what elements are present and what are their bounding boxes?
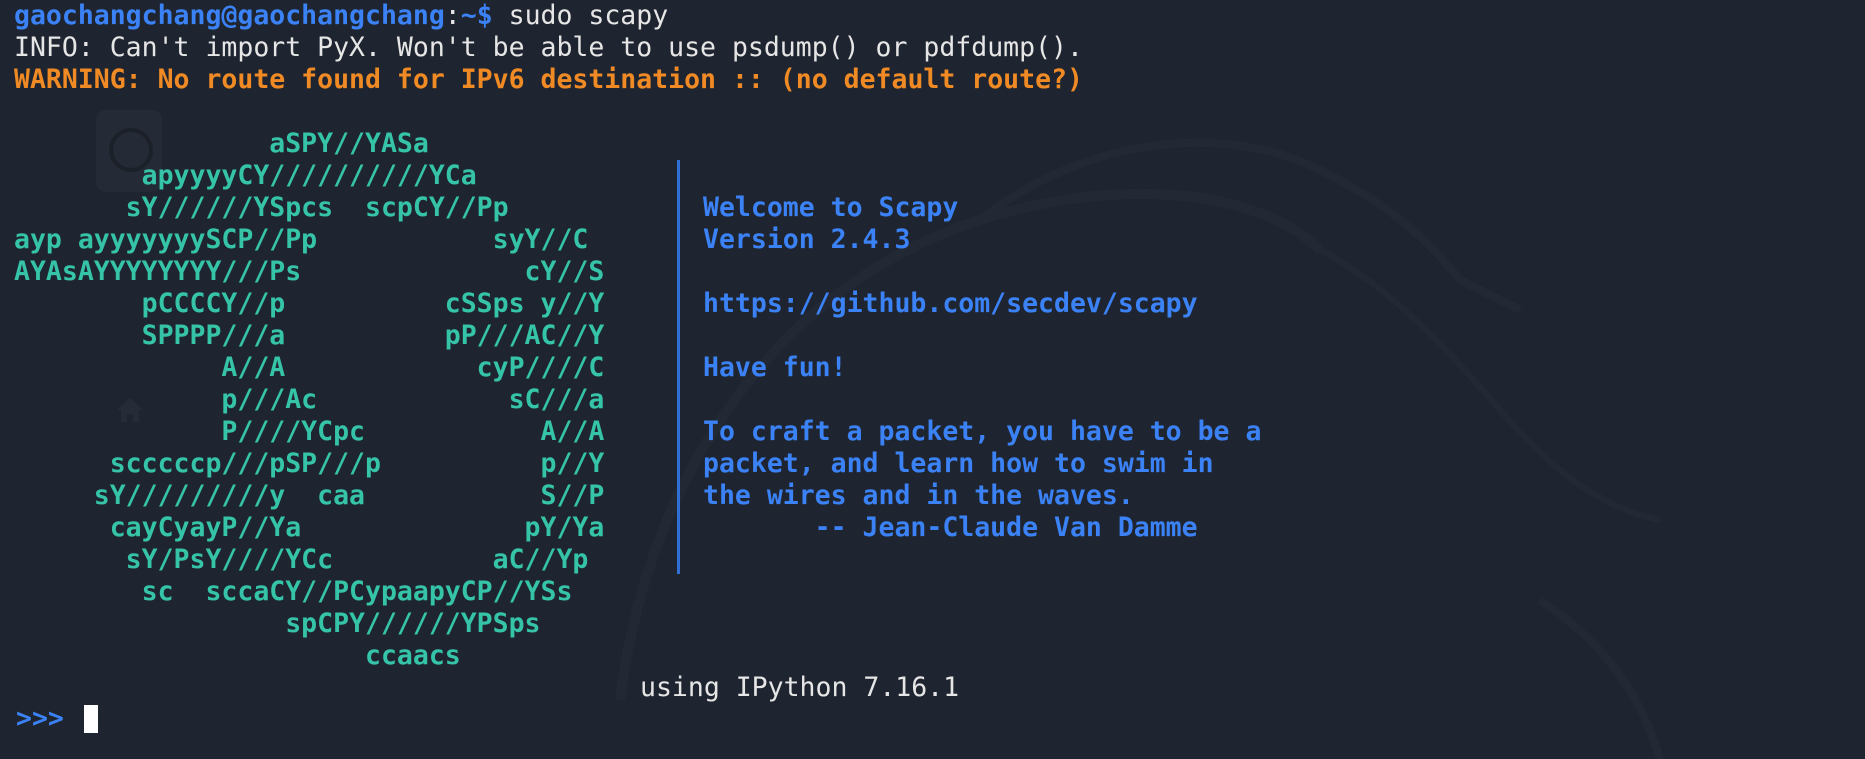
ascii-art-line: SPPPP///a pP///AC//Y xyxy=(14,320,605,351)
repo-url: https://github.com/secdev/scapy xyxy=(703,288,1198,319)
quote-line: To craft a packet, you have to be a xyxy=(703,416,1262,447)
welcome-blank xyxy=(703,384,1261,416)
ascii-art-line: sY/////////y caa S//P xyxy=(14,480,605,511)
welcome-blank xyxy=(703,256,1261,288)
info-message: INFO: Can't import PyX. Won't be able to… xyxy=(14,32,1083,63)
version-text: Version 2.4.3 xyxy=(703,224,911,255)
prompt-user-host: gaochangchang@gaochangchang xyxy=(14,0,445,31)
welcome-banner: Welcome to Scapy Version 2.4.3 https://g… xyxy=(703,192,1261,544)
terminal-window[interactable]: gaochangchang@gaochangchang:~$ sudo scap… xyxy=(0,0,1865,759)
ipython-version: using IPython 7.16.1 xyxy=(640,672,960,703)
scapy-ascii-logo: aSPY//YASa apyyyyCY//////////YCa sY/////… xyxy=(14,128,604,672)
input-prompt: >>> xyxy=(16,703,64,734)
ascii-art-line: A//A cyP////C xyxy=(14,352,605,383)
ascii-art-line: P////YCpc A//A xyxy=(14,416,605,447)
ascii-art-line: aSPY//YASa xyxy=(14,128,429,159)
welcome-title: Welcome to Scapy xyxy=(703,192,959,223)
ascii-art-line: ayp ayyyyyyySCP//Pp syY//C xyxy=(14,224,589,255)
prompt-separator: : xyxy=(444,0,461,31)
have-fun-text: Have fun! xyxy=(703,352,847,383)
quote-line: the wires and in the waves. xyxy=(703,480,1134,511)
ascii-art-line: pCCCCY//p cSSps y//Y xyxy=(14,288,605,319)
ascii-art-line: sc sccaCY//PCypaapyCP//YSs xyxy=(14,576,573,607)
ascii-art-line: scccccp///pSP///p p//Y xyxy=(14,448,605,479)
ascii-art-line: apyyyyCY//////////YCa xyxy=(14,160,477,191)
command-text: sudo scapy xyxy=(492,0,669,31)
quote-author: -- Jean-Claude Van Damme xyxy=(703,512,1198,543)
ascii-art-line: cayCyayP//Ya pY/Ya xyxy=(14,512,605,543)
text-cursor[interactable] xyxy=(83,705,98,733)
ascii-art-line: AYAsAYYYYYYYY///Ps cY//S xyxy=(14,256,605,287)
command-input-row[interactable]: >>> xyxy=(16,703,98,735)
ascii-art-line: p///Ac sC///a xyxy=(14,384,605,415)
banner-divider xyxy=(677,160,680,574)
command-line: gaochangchang@gaochangchang:~$ sudo scap… xyxy=(14,0,1083,32)
prompt-path: ~$ xyxy=(460,0,493,31)
ascii-art-line: sY/PsY////YCc aC//Yp xyxy=(14,544,589,575)
quote-line: packet, and learn how to swim in xyxy=(703,448,1214,479)
welcome-blank xyxy=(703,320,1261,352)
ascii-art-line: spCPY//////YPSps xyxy=(14,608,541,639)
ascii-art-line: sY//////YSpcs scpCY//Pp xyxy=(14,192,509,223)
ascii-art-line: ccaacs xyxy=(14,640,461,671)
warning-message: WARNING: No route found for IPv6 destina… xyxy=(14,64,1083,95)
